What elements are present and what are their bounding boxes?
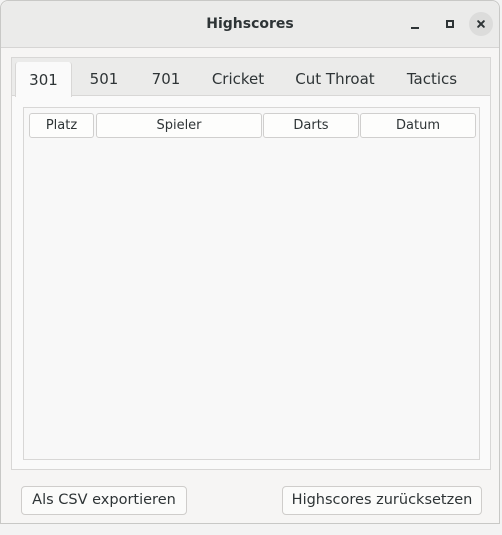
column-header-spieler[interactable]: Spieler [96,113,262,138]
close-button[interactable] [469,12,493,36]
tab-cricket[interactable]: Cricket [198,58,278,96]
highscores-window: Highscores 301 501 701 Cricket Cut Throa… [0,0,500,524]
tab-501[interactable]: 501 [74,58,134,96]
highscore-table[interactable]: Platz Spieler Darts Datum [23,107,480,460]
tab-bar: 301 501 701 Cricket Cut Throat Tactics [12,58,490,97]
tab-701[interactable]: 701 [136,58,196,96]
column-header-platz[interactable]: Platz [29,113,94,138]
reset-highscores-button[interactable]: Highscores zurücksetzen [282,486,482,515]
maximize-button[interactable] [438,12,462,36]
minimize-icon [411,27,419,29]
maximize-icon [446,20,454,28]
tab-301[interactable]: 301 [15,62,72,97]
tab-tactics[interactable]: Tactics [392,58,472,96]
column-header-datum[interactable]: Datum [360,113,476,138]
export-csv-button[interactable]: Als CSV exportieren [21,486,187,515]
tab-cut-throat[interactable]: Cut Throat [280,58,390,96]
title-bar[interactable]: Highscores [1,1,499,48]
game-mode-notebook: 301 501 701 Cricket Cut Throat Tactics P… [11,57,491,470]
close-icon [469,12,493,36]
column-header-darts[interactable]: Darts [263,113,359,138]
minimize-button[interactable] [403,12,427,36]
